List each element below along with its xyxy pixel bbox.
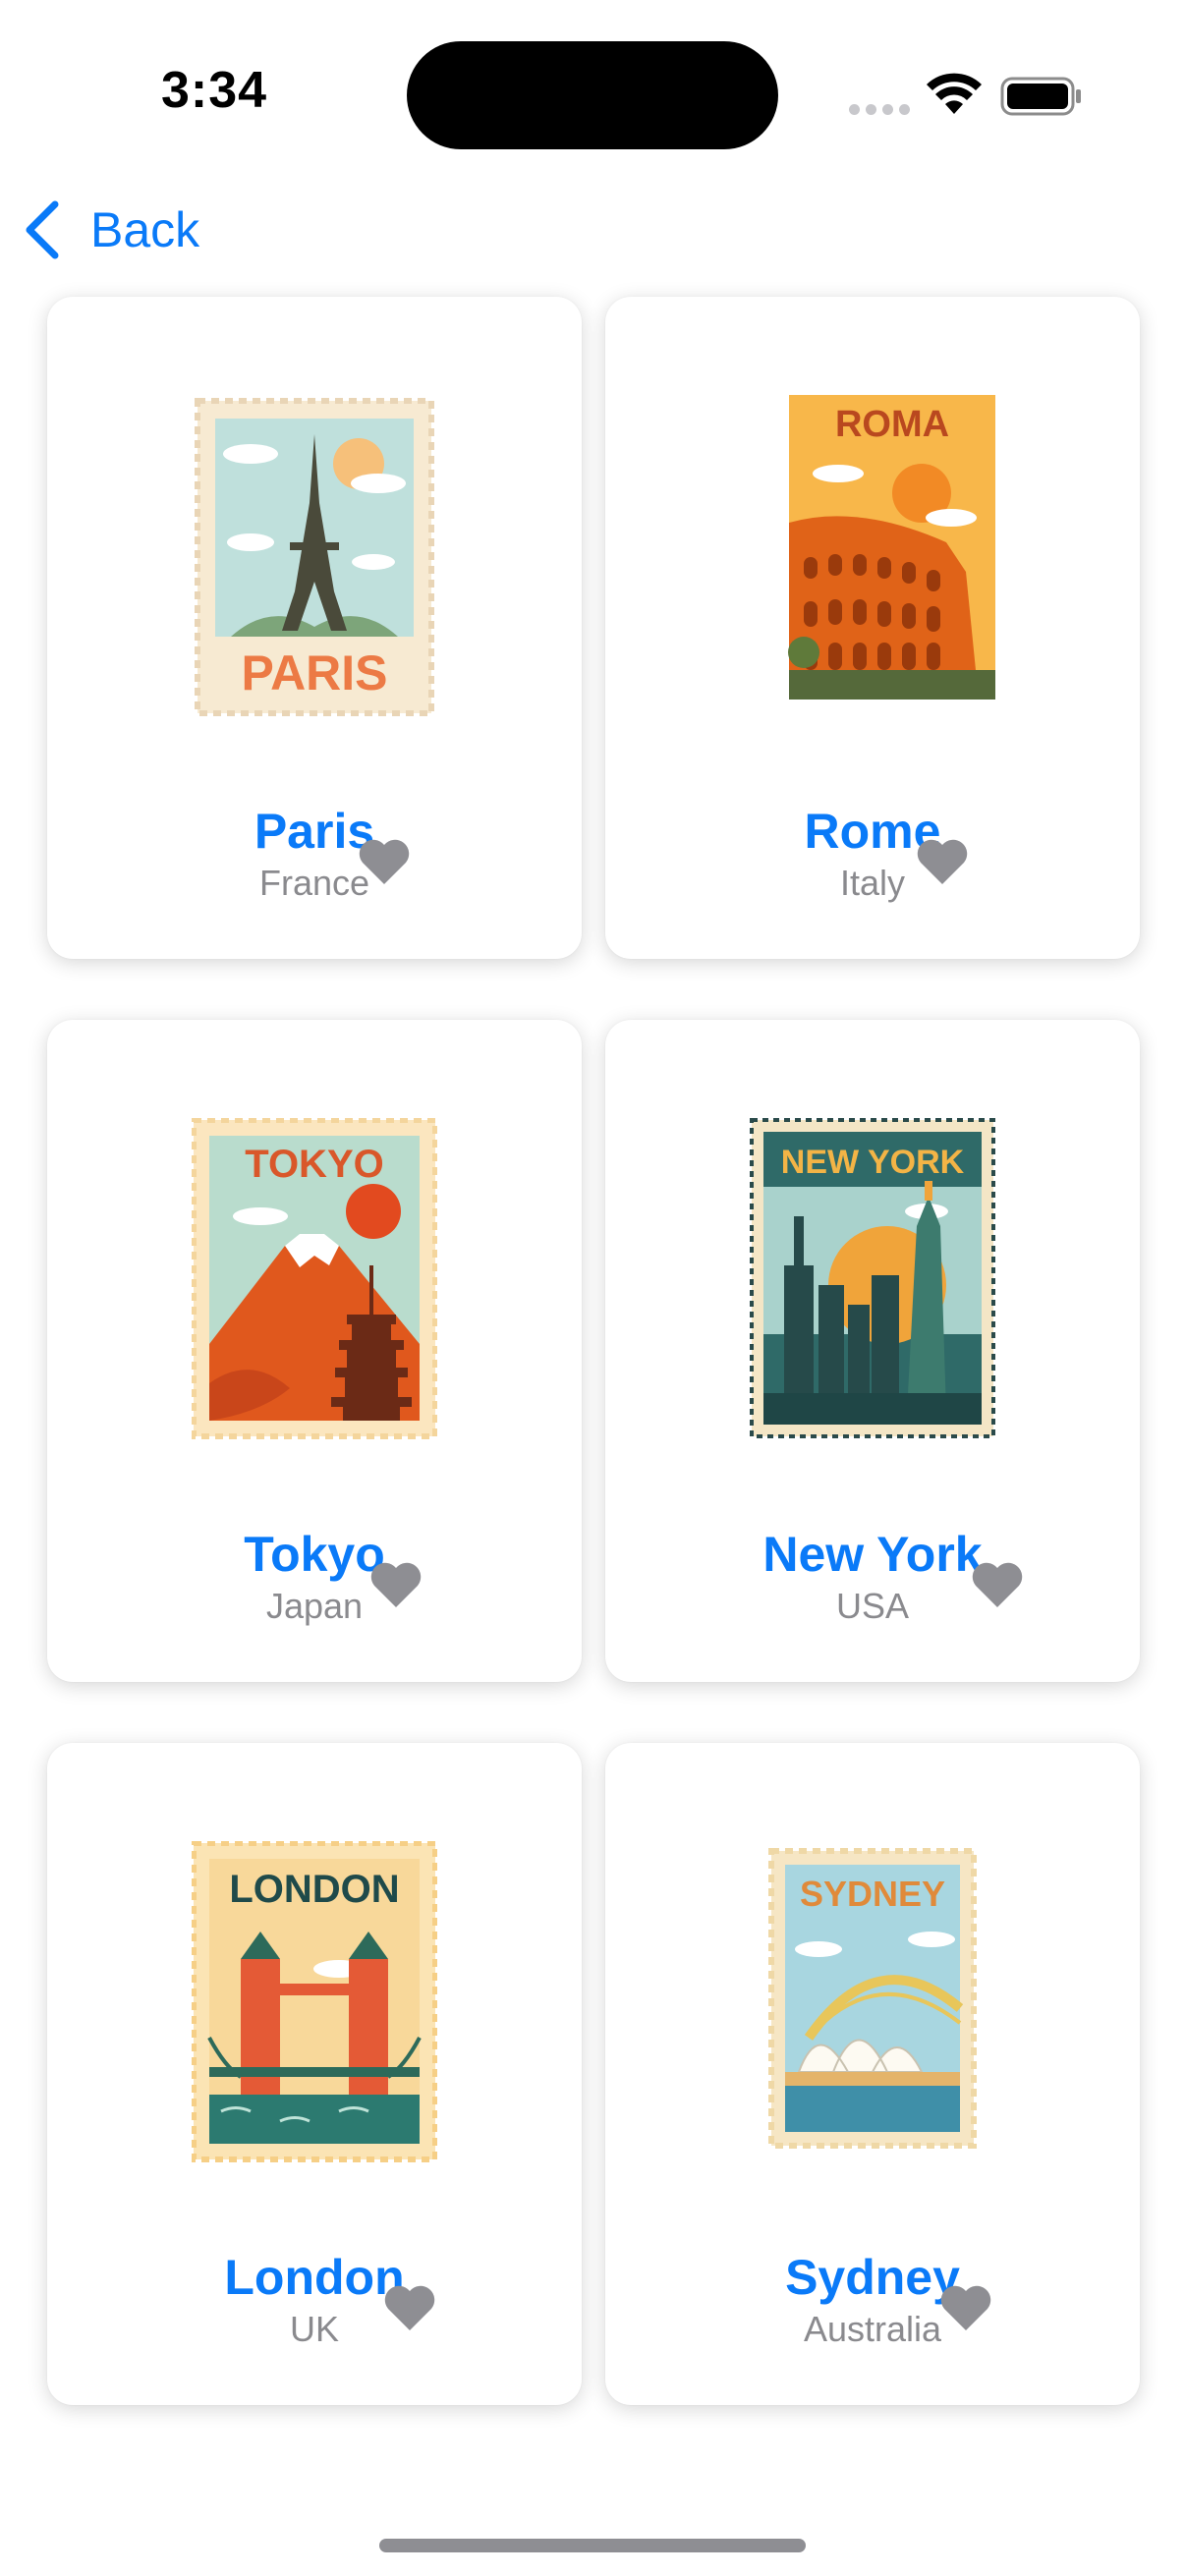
country-name: France — [258, 863, 370, 903]
stamp-label: ROMA — [835, 404, 949, 445]
stamp-label: PARIS — [241, 645, 387, 700]
heart-icon[interactable] — [358, 837, 411, 886]
back-button[interactable]: Back — [22, 195, 199, 265]
city-card-new-york[interactable]: NEW YORK New York USA — [605, 1020, 1140, 1682]
home-indicator — [379, 2539, 806, 2552]
country-name: Italy — [839, 863, 906, 903]
chevron-left-icon — [26, 200, 59, 259]
heart-icon[interactable] — [916, 837, 969, 886]
city-name: Rome — [804, 804, 941, 859]
cellular-signal-icon — [849, 102, 916, 120]
city-name: Tokyo — [244, 1527, 385, 1582]
stamp-label: NEW YORK — [781, 1144, 965, 1181]
paris-stamp-image: PARIS — [195, 398, 434, 716]
rome-stamp-image: ROMA — [788, 395, 995, 700]
london-stamp-image: LONDON — [192, 1841, 437, 2162]
heart-icon[interactable] — [383, 2283, 436, 2332]
stamp-label: SYDNEY — [800, 1874, 945, 1914]
heart-icon[interactable] — [939, 2283, 992, 2332]
city-name: Sydney — [785, 2250, 960, 2305]
stamp-label: TOKYO — [245, 1143, 384, 1186]
city-grid: PARIS Paris France ROMA Rome Italy TOKYO… — [47, 297, 1140, 2405]
new-york-stamp-image: NEW YORK — [750, 1118, 995, 1438]
stamp-label: LONDON — [229, 1868, 399, 1911]
city-card-london[interactable]: LONDON London UK — [47, 1743, 582, 2405]
city-card-sydney[interactable]: SYDNEY Sydney Australia — [605, 1743, 1140, 2405]
heart-icon[interactable] — [369, 1560, 423, 1609]
battery-icon — [1000, 77, 1081, 116]
city-card-tokyo[interactable]: TOKYO Tokyo Japan — [47, 1020, 582, 1682]
country-name: Japan — [265, 1586, 364, 1626]
country-name: Australia — [803, 2309, 942, 2349]
dynamic-island — [407, 41, 778, 149]
wifi-icon — [927, 73, 982, 114]
country-name: UK — [289, 2309, 339, 2349]
status-time: 3:34 — [161, 62, 268, 119]
city-name: Paris — [254, 804, 375, 859]
city-card-rome[interactable]: ROMA Rome Italy — [605, 297, 1140, 959]
back-label: Back — [90, 202, 200, 257]
country-name: USA — [835, 1586, 910, 1626]
city-name: London — [224, 2250, 405, 2305]
city-card-paris[interactable]: PARIS Paris France — [47, 297, 582, 959]
tokyo-stamp-image: TOKYO — [192, 1118, 437, 1439]
heart-icon[interactable] — [971, 1560, 1024, 1609]
sydney-stamp-image: SYDNEY — [768, 1848, 977, 2149]
city-name: New York — [762, 1527, 983, 1582]
